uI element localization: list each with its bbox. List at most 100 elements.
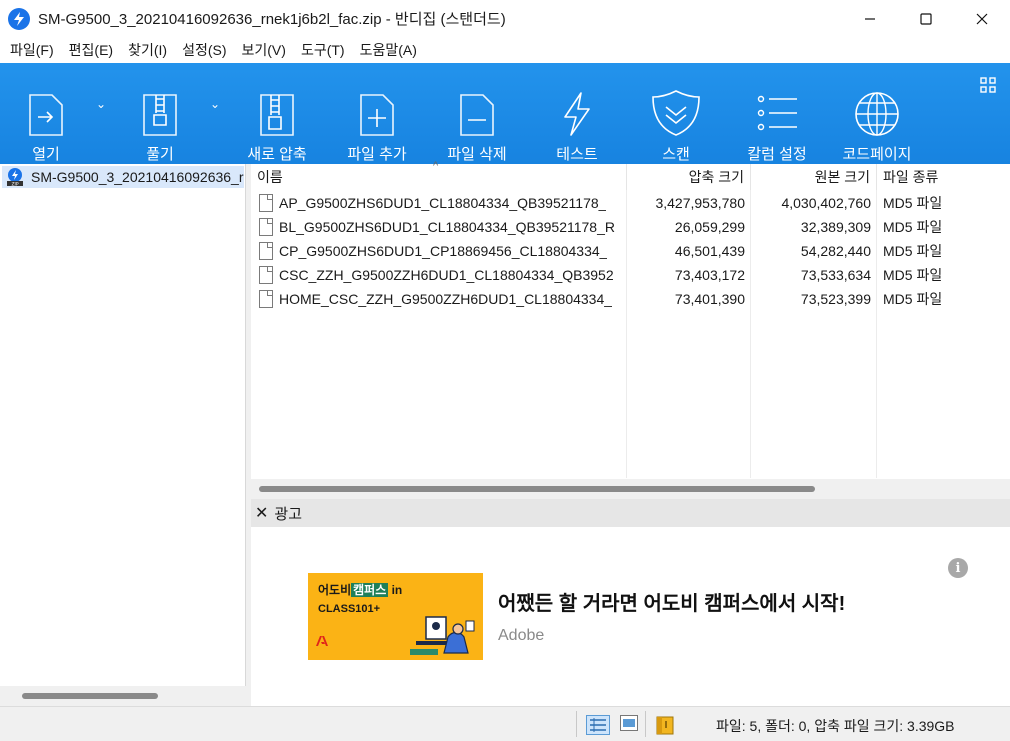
ad-info-icon[interactable]: i — [948, 558, 968, 578]
archive-book-icon[interactable] — [656, 715, 674, 735]
file-list-horizontal-scrollbar[interactable] — [251, 479, 1010, 499]
columns-label: 칼럼 설정 — [747, 146, 807, 163]
menu-settings[interactable]: 설정(S) — [176, 40, 232, 60]
menu-help[interactable]: 도움말(A) — [354, 40, 423, 60]
delete-file-icon — [460, 94, 494, 136]
open-button[interactable]: 열기 — [18, 63, 74, 164]
open-dropdown-chevron-down-icon[interactable]: ⌄ — [96, 97, 106, 111]
column-header-packed[interactable]: 압축 크기 — [627, 164, 751, 190]
tree-horizontal-scrollbar[interactable] — [0, 686, 246, 706]
ad-banner-highlight: 캠퍼스 — [351, 583, 389, 597]
close-icon — [976, 13, 988, 24]
file-original-size: 54,282,440 — [800, 243, 871, 259]
file-icon — [259, 290, 273, 308]
scrollbar-thumb[interactable] — [22, 693, 158, 699]
zip-archive-icon: ZIP — [7, 168, 23, 187]
ad-banner-image[interactable]: 어도비 캠퍼스 in CLASS101+ — [308, 573, 483, 660]
adobe-logo-icon — [316, 636, 328, 646]
maximize-icon — [920, 12, 932, 25]
file-icon — [259, 218, 273, 236]
file-original-size: 32,389,309 — [800, 219, 871, 235]
file-type: MD5 파일 — [883, 291, 943, 307]
maximize-button[interactable] — [898, 0, 954, 37]
file-icon — [259, 266, 273, 284]
file-packed-size: 3,427,953,780 — [655, 195, 745, 211]
extract-dropdown-chevron-down-icon[interactable]: ⌄ — [210, 97, 220, 111]
file-icon — [259, 242, 273, 260]
column-header-name[interactable]: 이름 ^ — [251, 160, 627, 190]
bandizip-app-icon — [8, 7, 30, 30]
ad-banner-suffix: in — [391, 583, 403, 597]
file-row[interactable]: HOME_CSC_ZZH_G9500ZZH6DUD1_CL18804334_ 7… — [251, 287, 1010, 311]
shield-icon — [652, 90, 700, 136]
file-packed-size: 26,059,299 — [674, 219, 745, 235]
ad-header: ✕ 광고 — [251, 499, 1010, 527]
codepage-button[interactable]: 코드페이지 — [838, 63, 916, 164]
scan-button[interactable]: 스캔 — [646, 63, 706, 164]
ad-title[interactable]: 어쨌든 할 거라면 어도비 캠퍼스에서 시작! — [498, 587, 845, 616]
file-type: MD5 파일 — [883, 267, 943, 283]
menu-view[interactable]: 보기(V) — [236, 40, 292, 60]
status-summary: 파일: 5, 폴더: 0, 압축 파일 크기: 3.39GB — [716, 718, 955, 734]
ad-brand: Adobe — [498, 627, 545, 644]
column-list-icon — [757, 95, 797, 131]
add-files-button[interactable]: 파일 추가 — [342, 63, 412, 164]
menu-tools[interactable]: 도구(T) — [295, 40, 351, 60]
menu-find[interactable]: 찾기(I) — [122, 40, 173, 60]
new-archive-button[interactable]: 새로 압축 — [242, 63, 312, 164]
test-button[interactable]: 테스트 — [552, 63, 602, 164]
file-type: MD5 파일 — [883, 243, 943, 259]
file-name: AP_G9500ZHS6DUD1_CL18804334_QB39521178_ — [279, 195, 607, 211]
open-label: 열기 — [32, 146, 60, 163]
ad-illustration-icon — [410, 616, 475, 655]
title-bar: SM-G9500_3_20210416092636_rnek1j6b2l_fac… — [0, 0, 1010, 37]
minimize-button[interactable] — [842, 0, 898, 37]
file-name: BL_G9500ZHS6DUD1_CL18804334_QB39521178_R — [279, 219, 615, 235]
column-packed-label: 압축 크기 — [688, 169, 744, 185]
new-archive-icon — [260, 94, 294, 136]
scan-label: 스캔 — [662, 146, 690, 163]
file-name: CSC_ZZH_G9500ZZH6DUD1_CL18804334_QB3952 — [279, 267, 614, 283]
file-type: MD5 파일 — [883, 219, 943, 235]
ad-close-icon[interactable]: ✕ — [255, 503, 268, 523]
close-button[interactable] — [954, 0, 1010, 37]
tree-root-archive[interactable]: ZIP SM-G9500_3_20210416092636_r — [2, 166, 244, 188]
sort-ascending-icon: ^ — [433, 160, 439, 172]
window-title: SM-G9500_3_20210416092636_rnek1j6b2l_fac… — [38, 11, 506, 28]
file-row[interactable]: CP_G9500ZHS6DUD1_CP18869456_CL18804334_ … — [251, 239, 1010, 263]
delete-files-button[interactable]: 파일 삭제 — [442, 63, 512, 164]
file-row[interactable]: AP_G9500ZHS6DUD1_CL18804334_QB39521178_ … — [251, 191, 1010, 215]
window-controls — [842, 0, 1010, 37]
new-archive-label: 새로 압축 — [247, 146, 307, 163]
file-packed-size: 73,403,172 — [674, 267, 745, 283]
layout-grid-icon[interactable] — [980, 77, 996, 96]
test-label: 테스트 — [556, 146, 598, 163]
column-type-label: 파일 종류 — [883, 169, 939, 185]
file-row[interactable]: CSC_ZZH_G9500ZZH6DUD1_CL18804334_QB3952 … — [251, 263, 1010, 287]
folder-tree-panel: ZIP SM-G9500_3_20210416092636_r — [0, 164, 246, 706]
columns-button[interactable]: 칼럼 설정 — [740, 63, 814, 164]
menu-bar: 파일(F) 편집(E) 찾기(I) 설정(S) 보기(V) 도구(T) 도움말(… — [0, 37, 1010, 63]
scrollbar-thumb[interactable] — [259, 486, 815, 492]
ad-banner-heading: 어도비 캠퍼스 in — [318, 581, 402, 598]
file-original-size: 73,523,399 — [800, 291, 871, 307]
ad-panel[interactable]: 어도비 캠퍼스 in CLASS101+ 어쨌든 할 거라면 어도비 캠퍼스에서 … — [251, 527, 1010, 706]
column-header-original[interactable]: 원본 크기 — [751, 164, 877, 190]
delete-files-label: 파일 삭제 — [447, 146, 507, 163]
details-view-icon[interactable] — [586, 715, 610, 735]
tree-root-label: SM-G9500_3_20210416092636_r — [31, 169, 244, 185]
preview-view-icon[interactable] — [620, 715, 638, 731]
column-header-type[interactable]: 파일 종류 — [877, 164, 1010, 190]
ad-banner-subtext: CLASS101+ — [318, 603, 381, 615]
svg-text:ZIP: ZIP — [11, 181, 18, 187]
extract-zip-icon — [143, 94, 177, 136]
menu-file[interactable]: 파일(F) — [4, 40, 60, 60]
file-packed-size: 46,501,439 — [674, 243, 745, 259]
menu-edit[interactable]: 편집(E) — [63, 40, 119, 60]
toolbar: 열기 ⌄ 풀기 ⌄ 새로 압축 파일 추가 파일 삭제 테스트 스캔 칼럼 설정… — [0, 63, 1010, 164]
globe-icon — [855, 92, 899, 136]
file-rows: AP_G9500ZHS6DUD1_CL18804334_QB39521178_ … — [251, 191, 1010, 311]
file-row[interactable]: BL_G9500ZHS6DUD1_CL18804334_QB39521178_R… — [251, 215, 1010, 239]
file-type: MD5 파일 — [883, 195, 943, 211]
extract-button[interactable]: 풀기 — [132, 63, 188, 164]
